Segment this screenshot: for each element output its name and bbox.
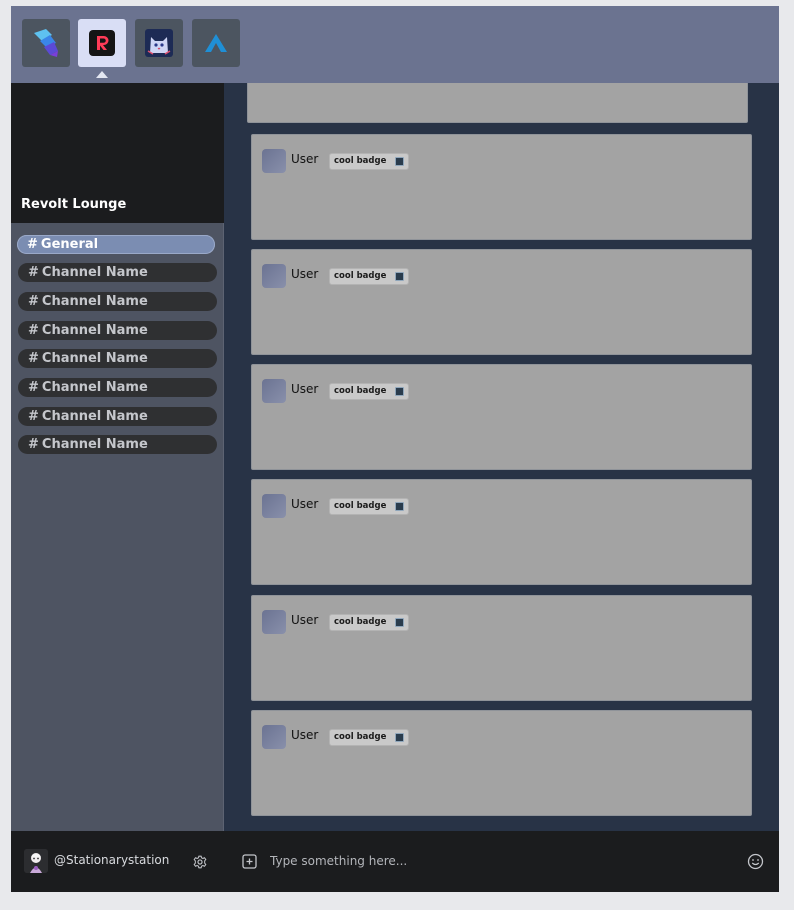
user-badge: cool badge: [329, 498, 410, 515]
channel-label: Channel Name: [41, 409, 148, 424]
channel-label: Channel Name: [41, 351, 148, 366]
channel-sidebar: Revolt Lounge # General # Channel Name # Ch…: [11, 83, 224, 892]
avatar[interactable]: [262, 379, 286, 403]
badge-icon: [395, 157, 405, 166]
badge-icon: [395, 387, 405, 396]
badge-label: cool badge: [334, 501, 387, 511]
channel-label: Channel Name: [41, 380, 148, 395]
message-author[interactable]: User: [291, 613, 318, 627]
channel-label: Channel Name: [41, 323, 148, 338]
channel-item[interactable]: # Channel Name: [18, 435, 217, 454]
message-card: User cool badge: [251, 134, 752, 240]
badge-label: cool badge: [334, 271, 387, 281]
message-author[interactable]: User: [291, 728, 318, 742]
avatar[interactable]: [262, 494, 286, 518]
user-badge: cool badge: [329, 614, 410, 631]
channel-label: General: [40, 237, 99, 252]
message-author[interactable]: User: [291, 152, 318, 166]
badge-label: cool badge: [334, 617, 387, 627]
user-badge: cool badge: [329, 268, 410, 285]
badge-icon: [395, 502, 405, 511]
message-card: User cool badge: [251, 364, 752, 470]
channel-item[interactable]: # Channel Name: [18, 292, 217, 311]
message-card: User cool badge: [251, 595, 752, 701]
badge-label: cool badge: [334, 386, 387, 396]
badge-label: cool badge: [334, 732, 387, 742]
cat-server-icon: [145, 29, 173, 57]
channel-item[interactable]: # Channel Name: [18, 263, 217, 282]
active-server-indicator: [96, 71, 108, 78]
server-name: Revolt Lounge: [21, 197, 127, 212]
hash-icon: #: [28, 265, 39, 280]
user-avatar[interactable]: [24, 849, 48, 873]
add-file-icon: [242, 854, 257, 869]
hash-icon: #: [28, 323, 39, 338]
message-author[interactable]: User: [291, 497, 318, 511]
gear-icon: [193, 855, 207, 869]
avatar[interactable]: [262, 610, 286, 634]
message-author[interactable]: User: [291, 382, 318, 396]
server-cat[interactable]: [135, 19, 183, 67]
hash-icon: #: [28, 351, 39, 366]
user-badge: cool badge: [329, 153, 410, 170]
hash-icon: #: [28, 380, 39, 395]
message-card: User cool badge: [251, 479, 752, 585]
message-list[interactable]: User cool badge User cool badge User coo…: [224, 83, 779, 831]
channel-item[interactable]: # Channel Name: [18, 349, 217, 368]
attach-button[interactable]: [242, 854, 257, 869]
hash-icon: #: [28, 294, 39, 309]
user-panel: @Stationarystation: [11, 831, 224, 892]
arrow-server-icon: [205, 34, 227, 52]
message-card: User cool badge: [251, 710, 752, 816]
channel-item[interactable]: # Channel Name: [18, 378, 217, 397]
message-card: User cool badge: [251, 249, 752, 355]
message-composer: [224, 831, 779, 892]
badge-icon: [395, 733, 405, 742]
user-badge: cool badge: [329, 729, 410, 746]
server-arrow[interactable]: [192, 19, 240, 67]
message-author[interactable]: User: [291, 267, 318, 281]
hash-icon: #: [28, 437, 39, 452]
user-badge: cool badge: [329, 383, 410, 400]
channel-item[interactable]: # Channel Name: [18, 407, 217, 426]
username: @Stationarystation: [54, 853, 170, 867]
badge-label: cool badge: [334, 156, 387, 166]
channel-general[interactable]: # General: [17, 235, 215, 254]
channel-label: Channel Name: [41, 437, 148, 452]
message-input[interactable]: [270, 850, 730, 872]
server-bar: [11, 6, 779, 83]
hash-icon: #: [28, 409, 39, 424]
hash-icon: #: [27, 237, 38, 252]
channel-label: Channel Name: [41, 294, 148, 309]
channel-label: Channel Name: [41, 265, 148, 280]
badge-icon: [395, 618, 405, 627]
avatar[interactable]: [262, 725, 286, 749]
settings-button[interactable]: [191, 853, 209, 871]
server-revolt[interactable]: [78, 19, 126, 67]
avatar[interactable]: [262, 149, 286, 173]
emoji-button[interactable]: [747, 853, 764, 870]
badge-icon: [395, 272, 405, 281]
brush-server-icon: [34, 29, 58, 57]
avatar-image: [24, 849, 48, 873]
channel-item[interactable]: # Channel Name: [18, 321, 217, 340]
avatar[interactable]: [262, 264, 286, 288]
smiley-icon: [747, 853, 764, 870]
message-card: [247, 83, 748, 123]
app-window: Revolt Lounge # General # Channel Name # Ch…: [11, 6, 779, 892]
server-banner: Revolt Lounge: [11, 83, 224, 223]
server-brush[interactable]: [22, 19, 70, 67]
revolt-server-icon: [89, 30, 115, 56]
